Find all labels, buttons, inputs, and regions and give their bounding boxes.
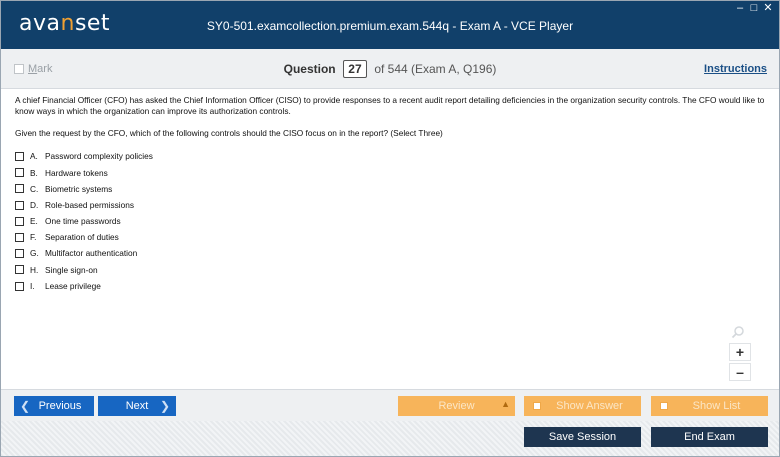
question-total: of 544 (Exam A, Q196) <box>374 62 497 76</box>
question-counter: Question 27 of 544 (Exam A, Q196) <box>1 60 779 78</box>
navigation-bar: ❮ Previous Next ❯ Review ▲ Show Answer S… <box>1 389 779 421</box>
instructions-link[interactable]: Instructions <box>704 63 767 75</box>
answer-checkbox[interactable] <box>15 233 24 243</box>
answer-option[interactable]: I. Lease privilege <box>15 278 770 294</box>
review-button[interactable]: Review ▲ <box>398 396 515 416</box>
answer-option[interactable]: E. One time passwords <box>15 213 770 229</box>
question-header: Mark Question 27 of 544 (Exam A, Q196) I… <box>1 49 779 89</box>
option-letter: F. <box>30 232 37 243</box>
question-prompt: Given the request by the CFO, which of t… <box>15 128 443 138</box>
minimize-icon[interactable]: – <box>735 3 745 14</box>
show-answer-checkbox[interactable] <box>533 402 541 410</box>
answer-checkbox[interactable] <box>15 168 24 178</box>
answer-option[interactable]: F. Separation of duties <box>15 229 770 245</box>
answer-checkbox[interactable] <box>15 265 24 275</box>
question-body: A chief Financial Officer (CFO) has aske… <box>15 95 770 294</box>
vce-player-window: avanset SY0-501.examcollection.premium.e… <box>0 0 780 457</box>
option-letter: E. <box>30 216 38 227</box>
option-letter: G. <box>30 248 39 259</box>
answer-checkbox[interactable] <box>15 152 24 162</box>
answer-option[interactable]: A. Password complexity policies <box>15 149 770 165</box>
question-text: A chief Financial Officer (CFO) has aske… <box>15 95 765 116</box>
save-session-button[interactable]: Save Session <box>524 427 641 447</box>
answer-checkbox[interactable] <box>15 200 24 210</box>
maximize-icon[interactable]: □ <box>749 3 759 14</box>
options-list: A. Password complexity policies B. Hardware… <box>15 149 770 295</box>
question-number-input[interactable]: 27 <box>342 60 367 78</box>
answer-option[interactable]: H. Single sign-on <box>15 262 770 278</box>
show-answer-button[interactable]: Show Answer <box>524 396 641 416</box>
review-label: Review <box>438 400 475 412</box>
option-text: One time passwords <box>45 216 121 227</box>
next-label: Next <box>125 400 149 412</box>
option-letter: D. <box>30 199 39 210</box>
option-letter: I. <box>30 280 35 291</box>
option-text: Separation of duties <box>45 232 119 243</box>
next-button[interactable]: Next ❯ <box>98 396 176 416</box>
end-exam-button[interactable]: End Exam <box>651 427 768 447</box>
previous-button[interactable]: ❮ Previous <box>14 396 94 416</box>
option-text: Biometric systems <box>45 183 113 194</box>
answer-checkbox[interactable] <box>15 216 24 226</box>
answer-option[interactable]: D. Role-based permissions <box>15 197 770 213</box>
zoom-out-button[interactable]: – <box>729 363 751 381</box>
show-list-label: Show List <box>692 400 741 412</box>
zoom-in-button[interactable]: + <box>729 343 751 361</box>
answer-option[interactable]: C. Biometric systems <box>15 181 770 197</box>
triangle-up-icon: ▲ <box>501 399 510 409</box>
question-word: Question <box>283 62 336 76</box>
answer-checkbox[interactable] <box>15 249 24 259</box>
close-icon[interactable]: ✕ <box>763 3 773 14</box>
option-letter: B. <box>30 167 38 178</box>
option-text: Lease privilege <box>45 280 101 291</box>
bottom-bar: Save Session End Exam <box>1 421 779 456</box>
chevron-left-icon: ❮ <box>20 399 31 413</box>
option-text: Role-based permissions <box>45 199 135 210</box>
window-title: SY0-501.examcollection.premium.exam.544q… <box>206 19 574 33</box>
title-bar: avanset SY0-501.examcollection.premium.e… <box>1 1 779 49</box>
window-controls: – □ ✕ <box>735 3 773 14</box>
option-letter: A. <box>30 151 38 162</box>
answer-checkbox[interactable] <box>15 281 24 291</box>
option-text: Single sign-on <box>45 264 98 275</box>
show-list-checkbox[interactable] <box>660 402 668 410</box>
show-answer-label: Show Answer <box>556 400 623 412</box>
option-text: Hardware tokens <box>45 167 108 178</box>
previous-label: Previous <box>38 400 82 412</box>
chevron-right-icon: ❯ <box>159 399 170 413</box>
option-text: Password complexity policies <box>45 151 153 162</box>
option-letter: C. <box>30 183 39 194</box>
option-letter: H. <box>30 264 39 275</box>
answer-option[interactable]: B. Hardware tokens <box>15 165 770 181</box>
show-list-button[interactable]: Show List <box>651 396 768 416</box>
option-text: Multifactor authentication <box>45 248 138 259</box>
answer-option[interactable]: G. Multifactor authentication <box>15 246 770 262</box>
answer-checkbox[interactable] <box>15 184 24 194</box>
magnifier-icon <box>731 326 744 339</box>
